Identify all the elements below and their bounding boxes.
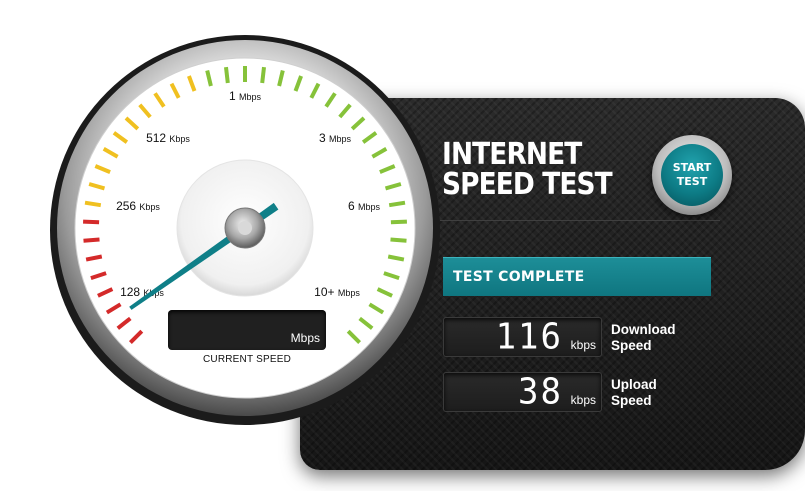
- gauge-label-l256: 256 Kbps: [116, 199, 160, 213]
- gauge-label-l6m: 6 Mbps: [348, 199, 381, 213]
- gauge-tick: [260, 66, 266, 84]
- speedometer-gauge: 128 Kbps256 Kbps512 Kbps1 Mbps3 Mbps6 Mb…: [50, 35, 440, 425]
- current-speed-display: Mbps: [168, 310, 326, 350]
- gauge-label-l3m: 3 Mbps: [319, 131, 352, 145]
- gauge-tick: [390, 219, 407, 225]
- gauge-label-l512: 512 Kbps: [146, 131, 190, 145]
- gauge-label-l10m: 10+ Mbps: [314, 285, 360, 299]
- gauge-tick: [388, 200, 406, 208]
- current-speed-unit: Mbps: [290, 331, 320, 345]
- gauge-hub-cap: [238, 221, 252, 235]
- current-speed-label: CURRENT SPEED: [203, 354, 291, 365]
- gauge-tick: [83, 237, 100, 243]
- gauge-tick: [83, 219, 100, 225]
- gauge-tick: [390, 237, 407, 243]
- gauge-tick: [84, 200, 102, 208]
- gauge-label-l1m: 1 Mbps: [229, 89, 262, 103]
- gauge-tick: [224, 66, 230, 84]
